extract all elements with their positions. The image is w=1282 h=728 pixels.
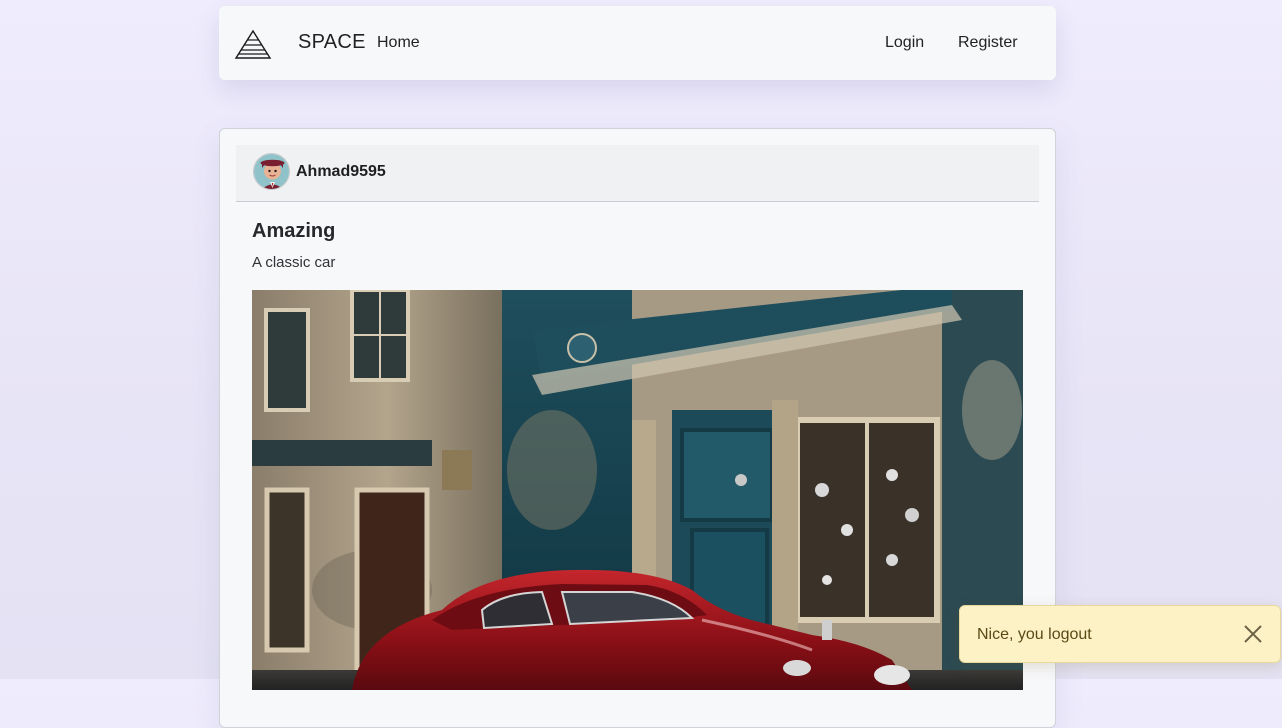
post-author-username[interactable]: Ahmad9595 xyxy=(296,163,386,181)
brand-name[interactable]: SPACE xyxy=(298,31,366,54)
user-avatar[interactable] xyxy=(253,153,290,190)
toast-message: Nice, you logout xyxy=(977,626,1092,643)
nav-home-link[interactable]: Home xyxy=(377,34,420,52)
nav-register-link[interactable]: Register xyxy=(958,34,1018,52)
triangle-logo-icon[interactable] xyxy=(234,29,272,61)
close-icon[interactable] xyxy=(1242,623,1264,645)
post-card-header: Ahmad9595 xyxy=(236,145,1039,202)
toast-notification: Nice, you logout xyxy=(959,605,1281,663)
post-card: Ahmad9595 Amazing A classic car xyxy=(219,128,1056,728)
nav-login-link[interactable]: Login xyxy=(885,34,924,52)
post-image xyxy=(252,290,1023,690)
post-body: A classic car xyxy=(252,254,336,271)
post-title: Amazing xyxy=(252,220,336,242)
navbar: SPACE Home Login Register xyxy=(219,6,1056,80)
